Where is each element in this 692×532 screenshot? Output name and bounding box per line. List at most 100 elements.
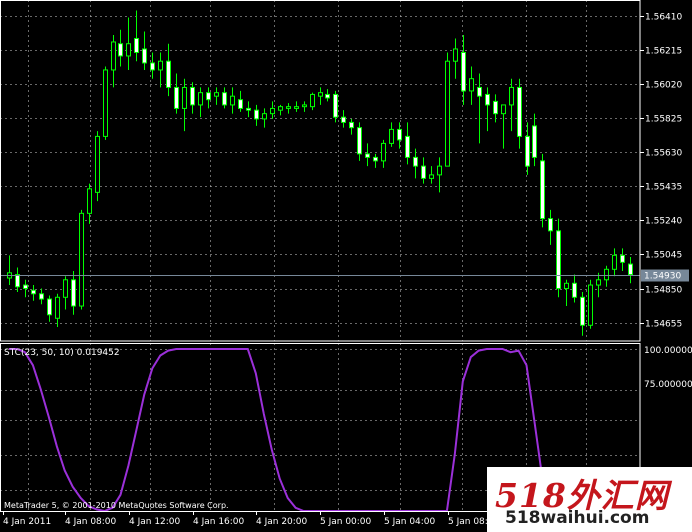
indicator-axis-label-75: 75.000000 [644, 380, 692, 390]
candle-body [333, 93, 338, 118]
candle-body [182, 86, 187, 109]
price-axis-label: 1.55825 [645, 115, 682, 125]
time-axis-label: 4 Jan 12:00 [129, 517, 181, 527]
candle [111, 34, 116, 88]
candle [214, 87, 219, 105]
candle [469, 66, 474, 105]
candle [71, 271, 76, 315]
candle [318, 87, 323, 105]
candle-body [47, 298, 52, 316]
candle [182, 78, 187, 132]
candle-body [564, 282, 569, 290]
candle [548, 209, 553, 245]
candle [95, 131, 100, 202]
candle [166, 43, 171, 97]
candle [365, 143, 370, 167]
candle-body [413, 156, 418, 167]
candle [190, 82, 195, 114]
candle-body [39, 293, 44, 300]
price-axis-label: 1.56410 [645, 13, 682, 23]
candle-body [166, 60, 171, 88]
candle [437, 157, 442, 193]
candle-body [525, 135, 530, 167]
chart-frames [0, 0, 641, 512]
price-axis: 1.56410 1.56215 1.56020 1.55825 1.55630 1.554… [640, 13, 682, 330]
candle [540, 153, 545, 228]
candle [572, 274, 577, 303]
time-axis-label: 5 Jan 00:00 [320, 517, 372, 527]
candle [620, 248, 625, 272]
grid-lines [0, 0, 640, 511]
candle [262, 108, 267, 128]
candle [612, 248, 617, 277]
candle [405, 122, 410, 165]
candle-body [485, 93, 490, 106]
price-axis-label: 1.54850 [645, 286, 682, 296]
candle [373, 153, 378, 168]
candle [532, 113, 537, 167]
candle-body [596, 279, 601, 286]
candle [158, 52, 163, 88]
candle-body [373, 156, 378, 162]
time-axis-label: 5 Jan 04:00 [384, 517, 436, 527]
candle-body [190, 86, 195, 106]
candle-body [604, 268, 609, 281]
candle [509, 78, 514, 132]
candle [246, 101, 251, 118]
candle-body [206, 92, 211, 101]
candle [333, 90, 338, 123]
candle [429, 166, 434, 184]
candle-body [71, 279, 76, 307]
candle-body [150, 62, 155, 71]
candle-body [15, 274, 20, 288]
candle-body [214, 92, 219, 97]
chart-canvas: 1.56410 1.56215 1.56020 1.55825 1.55630 1.554… [0, 0, 692, 527]
candle-body [158, 60, 163, 71]
candle-body [198, 92, 203, 106]
candle [588, 279, 593, 329]
candle [206, 87, 211, 109]
candle-body [461, 51, 466, 92]
candle [270, 101, 275, 119]
candle-body [349, 121, 354, 129]
candle [485, 87, 490, 132]
candle [150, 52, 155, 79]
indicator-title: STC(23, 50, 10) 0.019452 [4, 348, 120, 358]
candle-body [572, 282, 577, 298]
candle [254, 104, 259, 126]
candle [341, 110, 346, 128]
candle-body [318, 92, 323, 97]
candle [302, 101, 307, 112]
candle [222, 87, 227, 109]
candle [421, 157, 426, 184]
candle-body [63, 279, 68, 298]
candle-body [620, 254, 625, 263]
candle [628, 257, 633, 284]
candle [357, 122, 362, 161]
candle-body [87, 188, 92, 214]
candle-body [142, 48, 147, 64]
candle [325, 89, 330, 102]
candle [79, 209, 84, 310]
price-axis-label: 1.55240 [645, 217, 682, 227]
candle-body [469, 78, 474, 92]
current-price-label: 1.54930 [644, 272, 681, 282]
time-axis-label: 4 Jan 20:00 [256, 517, 308, 527]
candle [596, 272, 601, 298]
candle-body [270, 107, 275, 115]
candle-body [421, 165, 426, 179]
candle-body [246, 107, 251, 111]
candle [278, 104, 283, 116]
candle-body [357, 127, 362, 155]
candle [238, 90, 243, 112]
indicator-axis-label-100: 100.000000 [644, 346, 692, 356]
candle-body [612, 254, 617, 270]
candle-body [126, 43, 131, 57]
candle-body [548, 218, 553, 232]
candle [604, 265, 609, 287]
candle-body [238, 99, 243, 109]
candle [103, 66, 108, 140]
candle-body [628, 263, 633, 276]
candle [47, 295, 52, 322]
candle-body [477, 86, 482, 97]
